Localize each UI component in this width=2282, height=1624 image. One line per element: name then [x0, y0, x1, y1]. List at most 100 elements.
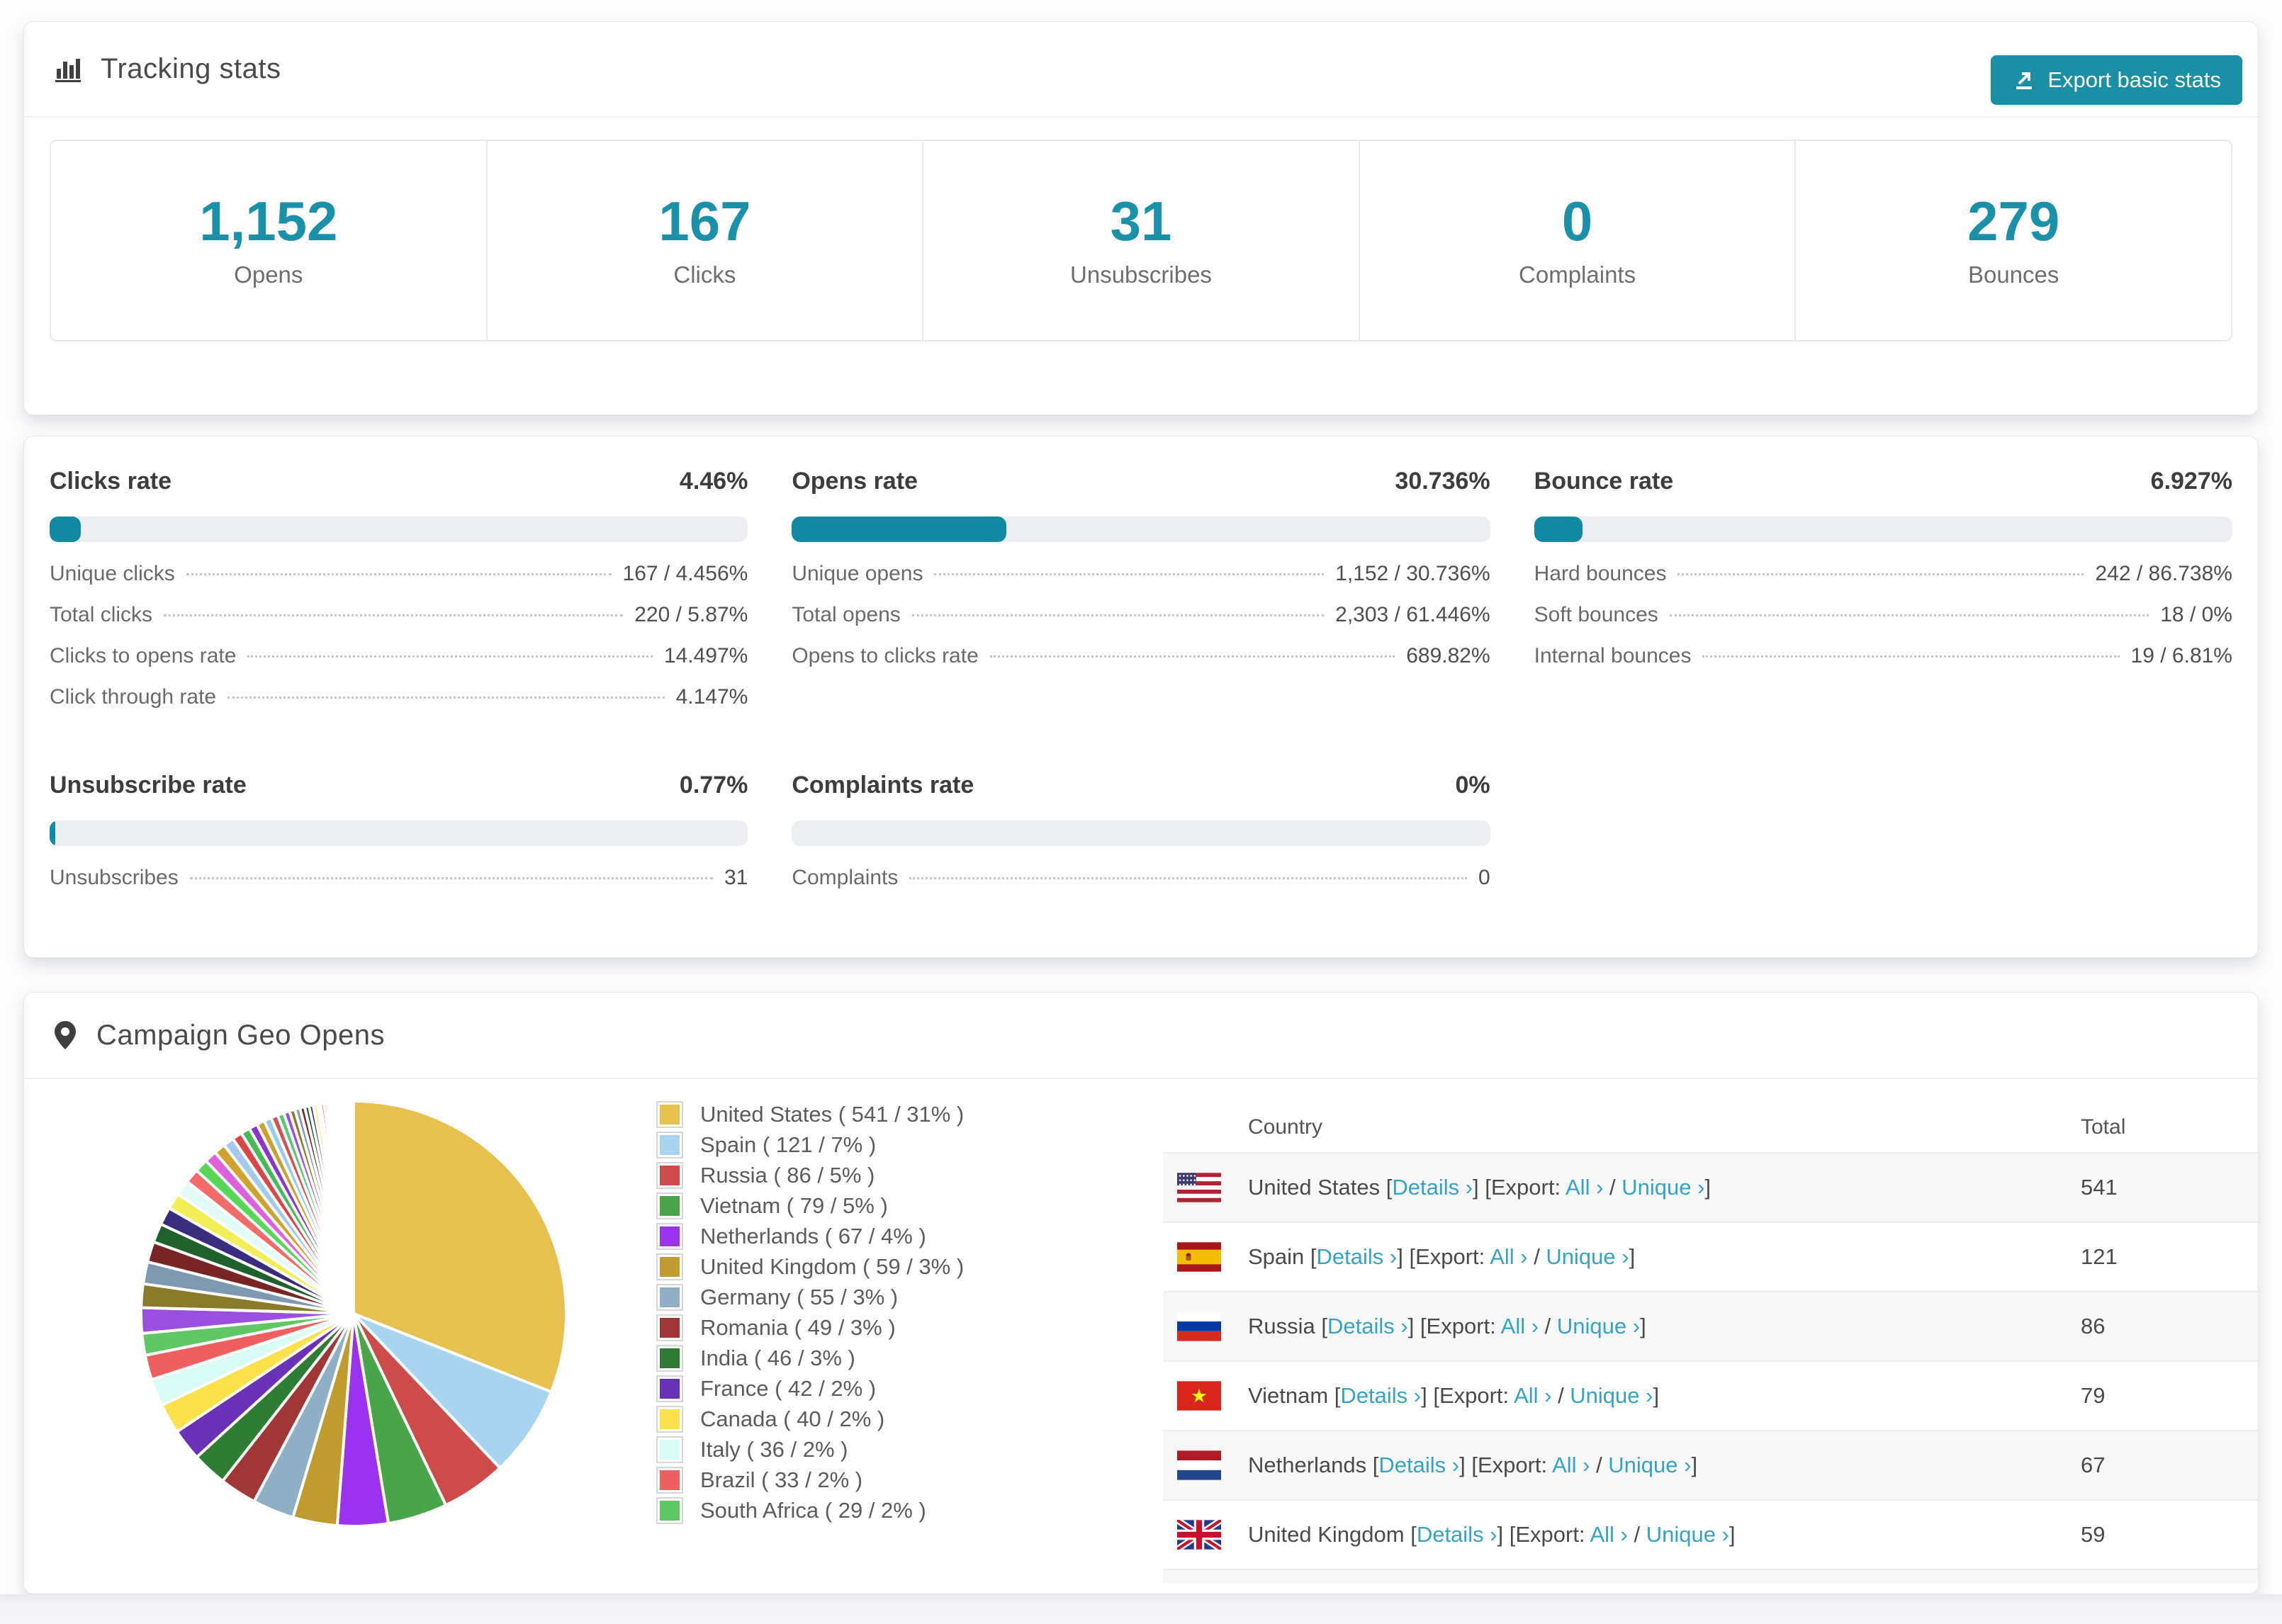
rate-percent: 4.46%: [679, 468, 748, 495]
export-unique-link[interactable]: Unique ›: [1570, 1383, 1653, 1408]
bracket: ] [Export:: [1459, 1453, 1553, 1477]
legend-item: Russia ( 86 / 5% ): [656, 1160, 1167, 1190]
country-cell: Netherlands [Details ›] [Export: All › /…: [1248, 1453, 1697, 1478]
tracking-stats-header: Tracking stats Export basic stats: [24, 22, 2258, 118]
geo-header: Campaign Geo Opens: [24, 993, 2258, 1079]
stat-label: Unsubscribes: [1070, 261, 1212, 288]
metric-label: Unique opens: [792, 562, 923, 585]
export-basic-stats-button[interactable]: Export basic stats: [1991, 55, 2242, 105]
metric-label: Hard bounces: [1534, 562, 1667, 585]
legend-label: South Africa ( 29 / 2% ): [700, 1497, 926, 1523]
legend-swatch: [656, 1466, 683, 1494]
metric-leader: [1702, 655, 2120, 658]
legend-item: Canada ( 40 / 2% ): [656, 1404, 1167, 1434]
metric-row: Hard bounces 242 / 86.738%: [1534, 562, 2232, 603]
metric-label: Opens to clicks rate: [792, 644, 979, 667]
stat-value: 1,152: [199, 189, 338, 252]
legend-label: Russia ( 86 / 5% ): [700, 1162, 875, 1188]
legend-swatch: [656, 1314, 683, 1341]
geo-pie-chart: [139, 1099, 568, 1528]
export-unique-link[interactable]: Unique ›: [1546, 1244, 1629, 1269]
bracket: ] [Export:: [1497, 1522, 1590, 1547]
total-value: 86: [2081, 1314, 2106, 1338]
bracket: ]: [1729, 1522, 1736, 1547]
progress-fill: [1534, 517, 1583, 542]
metric-leader: [247, 655, 653, 658]
legend-item: South Africa ( 29 / 2% ): [656, 1495, 1167, 1526]
details-link[interactable]: Details ›: [1317, 1244, 1398, 1269]
legend-swatch: [656, 1283, 683, 1311]
legend-swatch: [656, 1344, 683, 1372]
progress-bar: [792, 821, 1490, 846]
metric-value: 0: [1478, 866, 1490, 889]
export-unique-link[interactable]: Unique ›: [1557, 1314, 1640, 1338]
export-all-link[interactable]: All ›: [1514, 1383, 1551, 1408]
summary-stats-strip: 1,152 Opens 167 Clicks 31 Unsubscribes 0 Compla…: [50, 140, 2232, 342]
table-row: Vietnam [Details ›] [Export: All › / Uni…: [1163, 1360, 2258, 1430]
export-all-link[interactable]: All ›: [1490, 1244, 1527, 1269]
country-cell: Spain [Details ›] [Export: All › / Uniqu…: [1248, 1244, 1635, 1270]
slash: /: [1539, 1314, 1557, 1338]
details-link[interactable]: Details ›: [1417, 1522, 1497, 1547]
rates-grid: Clicks rate 4.46% Unique clicks 167 / 4.456…: [24, 436, 2258, 907]
metric-row: Click through rate 4.147%: [50, 685, 748, 726]
details-link[interactable]: Details ›: [1392, 1175, 1473, 1200]
export-all-link[interactable]: All ›: [1590, 1522, 1627, 1547]
metric-row: Total opens 2,303 / 61.446%: [792, 603, 1490, 644]
export-unique-link[interactable]: Unique ›: [1646, 1522, 1729, 1547]
details-link[interactable]: Details ›: [1327, 1314, 1408, 1338]
country-flag-gb: [1177, 1520, 1221, 1550]
rate-title: Complaints rate: [792, 772, 974, 799]
progress-fill: [50, 821, 55, 846]
total-value: 67: [2081, 1453, 2106, 1477]
table-row: Spain [Details ›] [Export: All › / Uniqu…: [1163, 1222, 2258, 1291]
legend-swatch: [656, 1222, 683, 1250]
details-link[interactable]: Details ›: [1378, 1453, 1459, 1477]
table-row: Russia [Details ›] [Export: All › / Uniq…: [1163, 1291, 2258, 1360]
total-value: 79: [2081, 1383, 2106, 1408]
stat-value: 0: [1561, 189, 1593, 252]
metric-value: 18 / 0%: [2160, 603, 2232, 626]
country-name: Russia: [1248, 1314, 1322, 1338]
details-link[interactable]: Details ›: [1340, 1383, 1421, 1408]
metric-value: 31: [724, 866, 748, 889]
legend-label: Canada ( 40 / 2% ): [700, 1406, 885, 1431]
export-unique-link[interactable]: Unique ›: [1608, 1453, 1691, 1477]
stat-card: 279 Bounces: [1794, 141, 2231, 340]
export-all-link[interactable]: All ›: [1501, 1314, 1539, 1338]
country-name: United Kingdom: [1248, 1522, 1411, 1547]
country-flag-us: [1177, 1173, 1221, 1202]
rate-head: Unsubscribe rate 0.77%: [50, 772, 748, 799]
rate-section-clicks-rate: Clicks rate 4.46% Unique clicks 167 / 4.456…: [50, 468, 748, 726]
table-row: Netherlands [Details ›] [Export: All › /…: [1163, 1430, 2258, 1499]
rate-section-bounce-rate: Bounce rate 6.927% Hard bounces 242 / 86.73…: [1534, 468, 2232, 726]
country-cell: Vietnam [Details ›] [Export: All › / Uni…: [1248, 1383, 1659, 1409]
country-cell: United Kingdom [Details ›] [Export: All …: [1248, 1522, 1736, 1547]
country-name: United States: [1248, 1175, 1386, 1200]
pie-slice-other-43[interactable]: [351, 1099, 355, 1314]
country-flag-ru: [1177, 1312, 1221, 1341]
export-unique-link[interactable]: Unique ›: [1621, 1175, 1704, 1200]
geo-table: Country Total United States [Details ›] …: [1163, 1103, 2258, 1594]
progress-fill: [792, 517, 1007, 542]
export-all-link[interactable]: All ›: [1552, 1453, 1590, 1477]
country-flag-vn: [1177, 1381, 1221, 1411]
bracket: ]: [1691, 1453, 1698, 1477]
geo-opens-card: Campaign Geo Opens United States ( 541 /…: [23, 992, 2259, 1594]
rate-section-opens-rate: Opens rate 30.736% Unique opens 1,152 / 30.…: [792, 468, 1490, 726]
metric-value: 2,303 / 61.446%: [1335, 603, 1490, 626]
legend-item: Vietnam ( 79 / 5% ): [656, 1190, 1167, 1221]
metric-row: Opens to clicks rate 689.82%: [792, 644, 1490, 685]
export-all-link[interactable]: All ›: [1566, 1175, 1603, 1200]
metric-label: Internal bounces: [1534, 644, 1692, 667]
progress-fill: [50, 517, 81, 542]
bracket: ]: [1704, 1175, 1712, 1200]
metric-value: 1,152 / 30.736%: [1335, 562, 1490, 585]
legend-swatch: [656, 1375, 683, 1402]
column-header-total: Total: [2081, 1115, 2126, 1139]
rate-percent: 0.77%: [679, 772, 748, 799]
progress-bar: [50, 517, 748, 542]
slash: /: [1590, 1453, 1609, 1477]
legend-label: France ( 42 / 2% ): [700, 1375, 877, 1401]
legend-label: India ( 46 / 3% ): [700, 1345, 855, 1370]
